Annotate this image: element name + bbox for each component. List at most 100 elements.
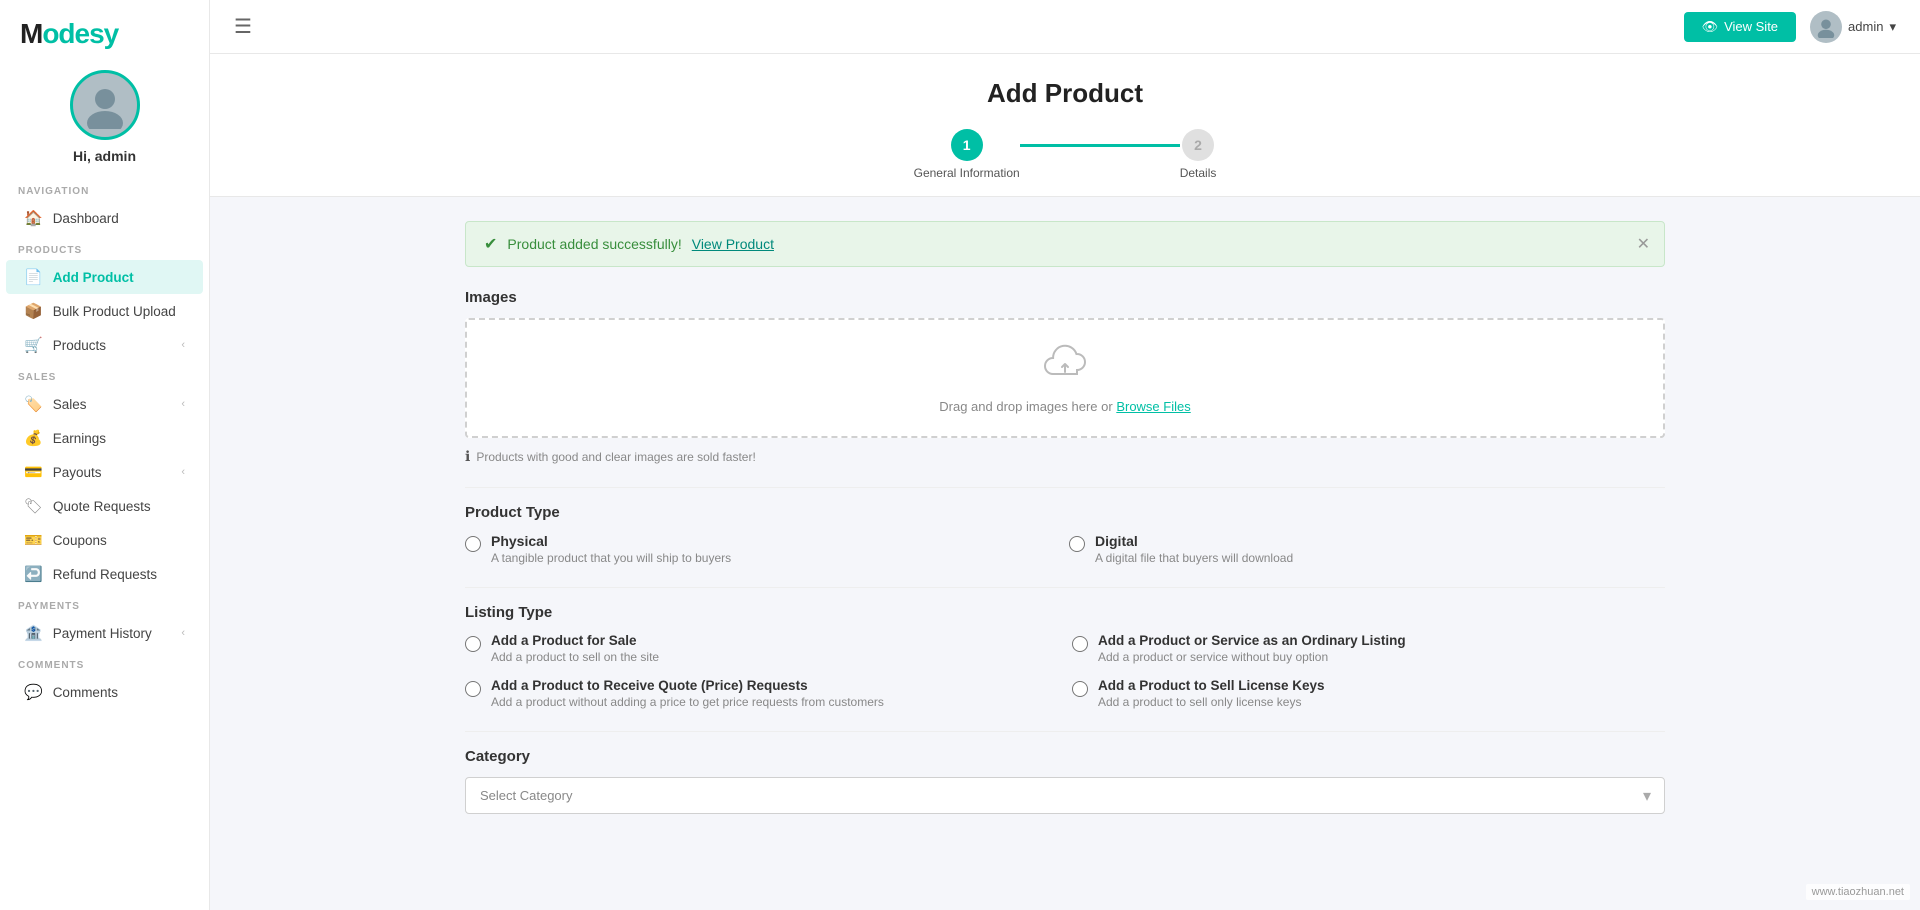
bulk-upload-icon: 📦: [24, 302, 43, 320]
admin-menu[interactable]: admin ▾: [1810, 11, 1896, 43]
refund-icon: ↩️: [24, 565, 43, 583]
sales-section-label: SALES: [0, 362, 209, 387]
admin-avatar: [1810, 11, 1842, 43]
images-section-title: Images: [465, 289, 1665, 306]
check-icon: ✔: [484, 234, 497, 254]
sidebar-item-label: Earnings: [53, 431, 106, 446]
payments-section-label: PAYMENTS: [0, 591, 209, 616]
category-section-title: Category: [465, 748, 1665, 765]
sidebar-item-label: Bulk Product Upload: [53, 304, 176, 319]
step-line-1: [1020, 144, 1180, 147]
listing-ordinary-radio[interactable]: [1072, 636, 1088, 652]
hamburger-menu[interactable]: ☰: [234, 14, 252, 39]
nav-section-label: NAVIGATION: [0, 176, 209, 201]
sidebar-item-products[interactable]: 🛒 Products ‹: [6, 328, 203, 362]
form-area: ✔ Product added successfully! View Produ…: [435, 197, 1695, 814]
sidebar-greeting: Hi, admin: [73, 148, 136, 164]
listing-type-grid: Add a Product for Sale Add a product to …: [465, 633, 1665, 709]
sidebar-item-label: Add Product: [53, 270, 134, 285]
listing-license-label: Add a Product to Sell License Keys Add a…: [1098, 678, 1325, 709]
view-site-label: View Site: [1724, 19, 1778, 34]
alert-text: Product added successfully!: [507, 236, 681, 252]
chevron-icon: ‹: [181, 398, 185, 410]
view-site-button[interactable]: 👁 View Site: [1684, 12, 1796, 42]
listing-type-license: Add a Product to Sell License Keys Add a…: [1072, 678, 1665, 709]
topbar-right: 👁 View Site admin ▾: [1684, 11, 1896, 43]
sidebar-item-earnings[interactable]: 💰 Earnings: [6, 421, 203, 455]
listing-type-ordinary: Add a Product or Service as an Ordinary …: [1072, 633, 1665, 664]
sidebar-item-label: Payment History: [53, 626, 152, 641]
upload-hint: ℹ Products with good and clear images ar…: [465, 448, 1665, 465]
user-avatar-section: Hi, admin: [0, 60, 209, 176]
dashboard-icon: 🏠: [24, 209, 43, 227]
sidebar-item-coupons[interactable]: 🎫 Coupons: [6, 523, 203, 557]
listing-sale-label: Add a Product for Sale Add a product to …: [491, 633, 659, 664]
sidebar-item-add-product[interactable]: 📄 Add Product: [6, 260, 203, 294]
sales-icon: 🏷️: [24, 395, 43, 413]
upload-text: Drag and drop images here or Browse File…: [939, 399, 1190, 414]
add-product-icon: 📄: [24, 268, 43, 286]
view-product-link[interactable]: View Product: [692, 236, 774, 252]
sidebar-item-refund-requests[interactable]: ↩️ Refund Requests: [6, 557, 203, 591]
listing-type-quote: Add a Product to Receive Quote (Price) R…: [465, 678, 1058, 709]
quote-icon: 🏷: [24, 497, 43, 515]
admin-label: admin: [1848, 19, 1883, 34]
sidebar: Modesy Hi, admin NAVIGATION 🏠 Dashboard …: [0, 0, 210, 910]
avatar: [70, 70, 140, 140]
browse-files-link[interactable]: Browse Files: [1116, 399, 1190, 414]
sidebar-item-quote-requests[interactable]: 🏷 Quote Requests: [6, 489, 203, 523]
sidebar-item-label: Payouts: [53, 465, 102, 480]
content-area: Add Product 1 General Information 2 Deta…: [210, 54, 1920, 910]
main-area: ☰ 👁 View Site admin ▾ Add Produc: [210, 0, 1920, 910]
topbar: ☰ 👁 View Site admin ▾: [210, 0, 1920, 54]
stepper: 1 General Information 2 Details: [210, 129, 1920, 196]
chevron-icon: ‹: [181, 339, 185, 351]
chevron-icon: ‹: [181, 466, 185, 478]
comments-section-label: COMMENTS: [0, 650, 209, 675]
sidebar-item-label: Coupons: [53, 533, 107, 548]
page-header: Add Product 1 General Information 2 Deta…: [210, 54, 1920, 197]
digital-label: Digital A digital file that buyers will …: [1095, 533, 1293, 565]
watermark: www.tiaozhuan.net: [1806, 884, 1910, 900]
category-select[interactable]: Select Category: [465, 777, 1665, 814]
step-2: 2 Details: [1180, 129, 1217, 180]
sidebar-item-payouts[interactable]: 💳 Payouts ‹: [6, 455, 203, 489]
digital-radio[interactable]: [1069, 536, 1085, 552]
sidebar-item-sales[interactable]: 🏷️ Sales ‹: [6, 387, 203, 421]
step-1-circle: 1: [951, 129, 983, 161]
sidebar-item-payment-history[interactable]: 🏦 Payment History ‹: [6, 616, 203, 650]
products-icon: 🛒: [24, 336, 43, 354]
sidebar-item-label: Products: [53, 338, 106, 353]
products-section-label: PRODUCTS: [0, 235, 209, 260]
sidebar-item-label: Quote Requests: [53, 499, 151, 514]
earnings-icon: 💰: [24, 429, 43, 447]
images-upload-area[interactable]: Drag and drop images here or Browse File…: [465, 318, 1665, 438]
sidebar-item-label: Sales: [53, 397, 87, 412]
listing-type-section-title: Listing Type: [465, 604, 1665, 621]
listing-license-radio[interactable]: [1072, 681, 1088, 697]
listing-quote-radio[interactable]: [465, 681, 481, 697]
coupons-icon: 🎫: [24, 531, 43, 549]
alert-close-button[interactable]: ✕: [1637, 234, 1650, 254]
payment-history-icon: 🏦: [24, 624, 43, 642]
payouts-icon: 💳: [24, 463, 43, 481]
chevron-down-icon: ▾: [1889, 19, 1896, 35]
sidebar-item-label: Refund Requests: [53, 567, 157, 582]
topbar-left: ☰: [234, 14, 252, 39]
chevron-icon: ‹: [181, 627, 185, 639]
page-title: Add Product: [210, 78, 1920, 109]
step-1-label: General Information: [914, 166, 1020, 180]
sidebar-item-comments[interactable]: 💬 Comments: [6, 675, 203, 709]
success-alert: ✔ Product added successfully! View Produ…: [465, 221, 1665, 267]
listing-sale-radio[interactable]: [465, 636, 481, 652]
sidebar-item-label: Dashboard: [53, 211, 119, 226]
eye-icon: 👁: [1702, 19, 1719, 35]
sidebar-item-bulk-upload[interactable]: 📦 Bulk Product Upload: [6, 294, 203, 328]
sidebar-item-dashboard[interactable]: 🏠 Dashboard: [6, 201, 203, 235]
physical-radio[interactable]: [465, 536, 481, 552]
category-select-wrapper: Select Category: [465, 777, 1665, 814]
step-2-label: Details: [1180, 166, 1217, 180]
upload-cloud-icon: [1041, 342, 1089, 391]
product-type-physical: Physical A tangible product that you wil…: [465, 533, 1061, 565]
step-2-circle: 2: [1182, 129, 1214, 161]
